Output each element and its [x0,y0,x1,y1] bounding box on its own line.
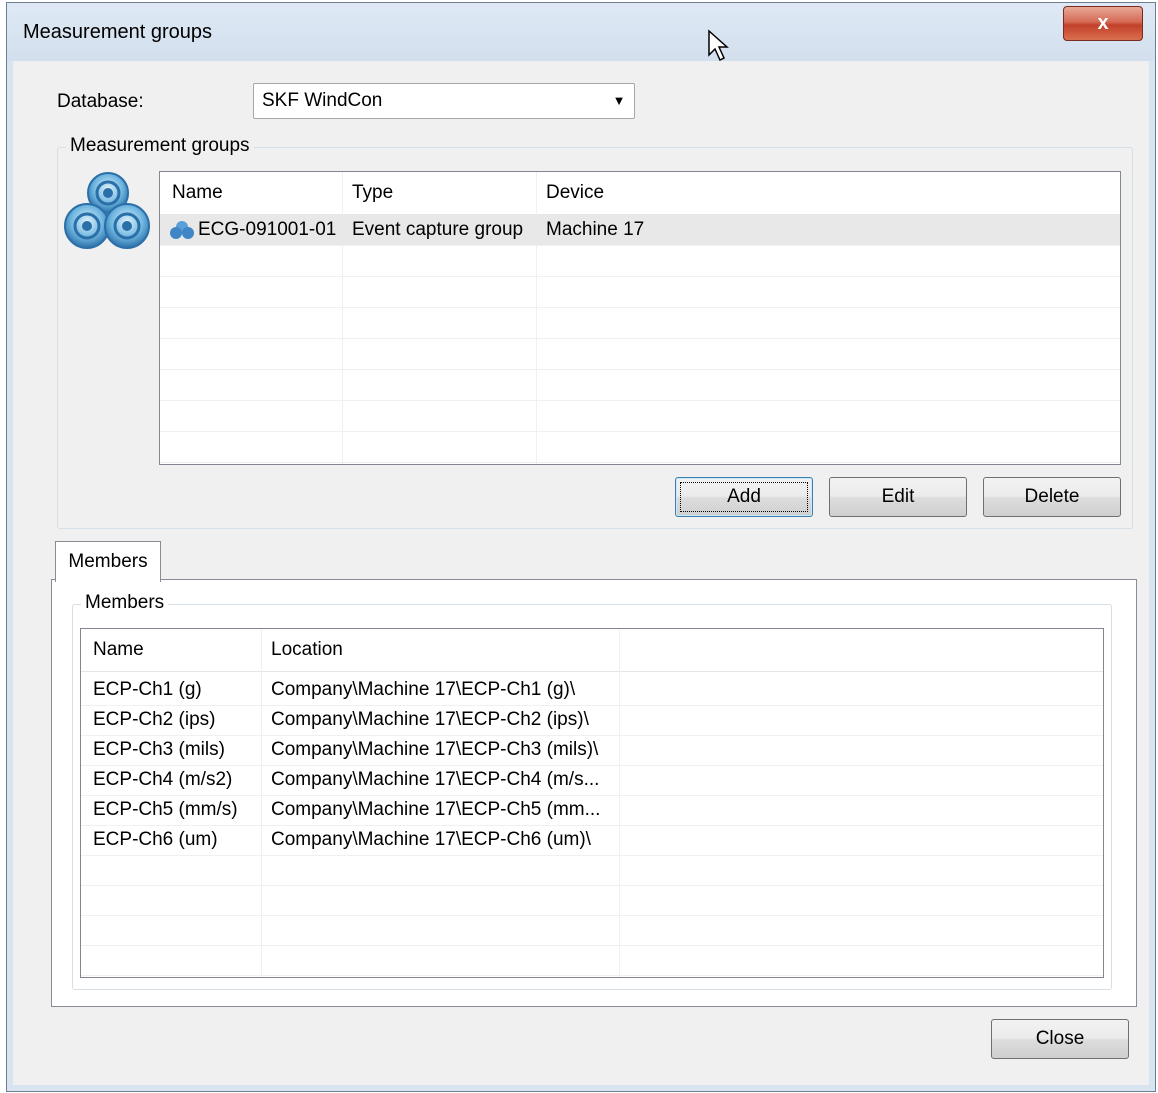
members-list-header: Name Location [81,629,1103,672]
table-row[interactable]: ECP-Ch2 (ips) Company\Machine 17\ECP-Ch2… [81,705,1103,736]
dialog-window: Measurement groups x Database: SKF WindC… [6,2,1156,1092]
column-header-type[interactable]: Type [352,172,393,214]
empty-row [81,945,1103,976]
group-cloud-icon [170,221,194,239]
member-location: Company\Machine 17\ECP-Ch2 (ips)\ [271,709,589,730]
table-row[interactable]: ECP-Ch3 (mils) Company\Machine 17\ECP-Ch… [81,735,1103,766]
dialog-content: Database: SKF WindCon ▼ Measurement grou… [13,61,1149,1085]
tab-members[interactable]: Members [55,541,161,582]
close-button-label: Close [1035,1028,1085,1049]
edit-button[interactable]: Edit [829,477,967,517]
column-header-device[interactable]: Device [546,172,604,214]
delete-button-label: Delete [1024,486,1080,507]
column-header-name[interactable]: Name [172,172,223,214]
empty-row [160,246,1120,277]
empty-row [160,401,1120,432]
chevron-down-icon: ▼ [612,92,626,108]
empty-row [81,885,1103,916]
title-bar[interactable]: Measurement groups x [7,3,1155,61]
group-device: Machine 17 [546,219,645,240]
member-name: ECP-Ch2 (ips) [93,709,216,730]
members-legend: Members [81,592,169,614]
group-name: ECG-091001-01 [198,219,337,240]
table-row[interactable]: ECP-Ch5 (mm/s) Company\Machine 17\ECP-Ch… [81,795,1103,826]
window-frame-right [1149,61,1155,1091]
table-row[interactable]: ECP-Ch1 (g) Company\Machine 17\ECP-Ch1 (… [81,675,1103,706]
add-button[interactable]: Add [675,477,813,517]
close-window-button[interactable]: x [1063,6,1143,41]
table-row[interactable]: ECP-Ch4 (m/s2) Company\Machine 17\ECP-Ch… [81,765,1103,796]
column-header-name[interactable]: Name [93,629,144,671]
members-tab-panel: Members Name Location ECP-Ch1 (g) Compan… [51,579,1137,1007]
edit-button-label: Edit [881,486,915,507]
focus-rectangle [680,482,808,512]
empty-row [160,370,1120,401]
measurement-groups-list[interactable]: Name Type Device ECG-091001-01 Event cap… [159,171,1121,465]
database-dropdown[interactable]: SKF WindCon ▼ [253,83,635,119]
member-location: Company\Machine 17\ECP-Ch6 (um)\ [271,829,591,850]
column-header-location[interactable]: Location [271,629,343,671]
name-cell: ECG-091001-01 [170,215,336,245]
member-name: ECP-Ch4 (m/s2) [93,769,233,790]
member-location: Company\Machine 17\ECP-Ch1 (g)\ [271,679,576,700]
mouse-pointer-icon [708,29,729,62]
groups-list-header: Name Type Device [160,172,1120,215]
empty-row [81,915,1103,946]
member-name: ECP-Ch5 (mm/s) [93,799,238,820]
measurement-groups-logo-icon [64,172,150,249]
member-location: Company\Machine 17\ECP-Ch5 (mm... [271,799,601,820]
member-location: Company\Machine 17\ECP-Ch3 (mils)\ [271,739,599,760]
empty-row [160,339,1120,370]
empty-row [160,277,1120,308]
empty-row [81,855,1103,886]
table-row[interactable]: ECG-091001-01 Event capture group Machin… [160,215,1120,246]
window-frame-bottom [7,1085,1155,1091]
measurement-groups-legend: Measurement groups [66,135,254,157]
members-list[interactable]: Name Location ECP-Ch1 (g) Company\Machin… [80,628,1104,978]
empty-row [160,308,1120,339]
member-name: ECP-Ch3 (mils) [93,739,225,760]
delete-button[interactable]: Delete [983,477,1121,517]
close-button[interactable]: Close [991,1019,1129,1059]
member-location: Company\Machine 17\ECP-Ch4 (m/s... [271,769,600,790]
database-label: Database: [57,91,144,112]
member-name: ECP-Ch1 (g) [93,679,202,700]
close-icon: x [1097,12,1109,34]
group-type: Event capture group [352,219,524,240]
member-name: ECP-Ch6 (um) [93,829,218,850]
window-title: Measurement groups [23,21,212,43]
tab-members-label: Members [68,551,148,572]
database-value: SKF WindCon [262,90,383,111]
empty-row [160,432,1120,463]
table-row[interactable]: ECP-Ch6 (um) Company\Machine 17\ECP-Ch6 … [81,825,1103,856]
